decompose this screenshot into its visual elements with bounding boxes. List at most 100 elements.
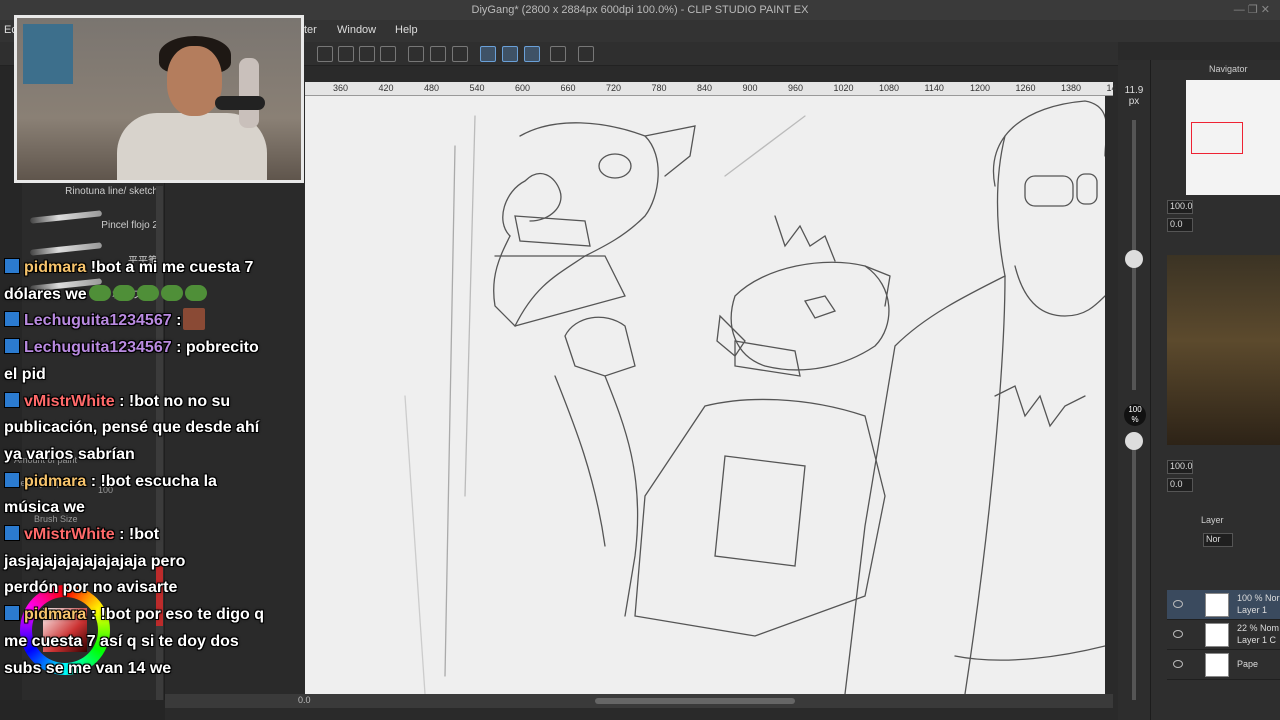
layer-row[interactable]: 22 % Nom Layer 1 C [1167, 620, 1280, 650]
brush-size-readout: 11.9 px [1118, 85, 1150, 107]
red-light [152, 180, 166, 183]
layer-row[interactable]: Pape [1167, 650, 1280, 680]
menu-help[interactable]: Help [395, 24, 418, 36]
chat-message: música we [4, 495, 85, 522]
window-controls[interactable]: — ❐ ✕ [1234, 0, 1270, 20]
chat-message: perdón por no avisarte [4, 575, 177, 602]
chat-username: pidmara [24, 472, 87, 490]
menu-filter[interactable]: ter [304, 24, 317, 36]
sketch-drawing [404, 100, 1105, 694]
brush-item[interactable]: Pincel flojo 2 [24, 206, 162, 234]
chat-text: publicación, pensé que desde ahí [4, 419, 260, 437]
brush-name: Rinotuna line/ sketch [65, 186, 158, 197]
navigator-thumbnail[interactable] [1186, 80, 1280, 195]
opacity-knob[interactable] [1125, 432, 1143, 450]
navigator-view-box[interactable] [1191, 122, 1243, 154]
chat-text: : [176, 312, 182, 330]
layer-name: Layer 1 C [1237, 635, 1277, 645]
face-emote-icon [183, 308, 206, 331]
subview-zoom-field[interactable]: 100.0 [1167, 460, 1193, 474]
canvas-ruler: 360 420 480 540 600 660 720 780 840 900 960 1020 108… [305, 82, 1117, 96]
navigator-zoom-field[interactable]: 100.0 [1167, 200, 1193, 214]
drawing-canvas[interactable] [305, 96, 1105, 694]
ruler-tick-label: 1200 [970, 83, 991, 93]
frog-emote-icon [88, 284, 111, 301]
chat-text: me cuesta 7 así q si te doy dos [4, 632, 239, 650]
chat-message: vMistrWhite : !bot [4, 522, 159, 549]
sub-badge-icon [4, 471, 20, 488]
chat-text: música we [4, 499, 85, 517]
frog-emote-icon [160, 284, 183, 301]
chat-text: !bot a mi me cuesta 7 [90, 259, 254, 276]
transform-icon[interactable] [380, 46, 396, 62]
fill-icon[interactable] [359, 46, 375, 62]
subview-zoom-row: 100.0 [1167, 460, 1280, 478]
chat-text: el pid [4, 365, 46, 383]
crop-icon[interactable] [430, 46, 446, 62]
layer-row[interactable]: 100 % Nor Layer 1 [1167, 590, 1280, 620]
chat-message: publicación, pensé que desde ahí [4, 415, 259, 442]
ruler-icon[interactable] [550, 46, 566, 62]
menu-window[interactable]: Window [337, 24, 376, 36]
sub-badge-icon [4, 525, 20, 541]
brush-stroke-preview [29, 242, 103, 256]
ruler-tick-label: 360 [333, 83, 349, 93]
brush-size-knob[interactable] [1125, 250, 1143, 268]
chat-text: jasjajajajajajajajaja pero [4, 552, 186, 570]
chat-text: : !bot escucha la [90, 472, 217, 490]
chat-message: Lechuguita1234567 : [4, 308, 206, 335]
frog-emote-icon [136, 284, 159, 301]
chat-text: : pobrecito [176, 339, 259, 357]
chat-overlay: pidmara !bot a mi me cuesta 7 dólares we L… [0, 255, 300, 705]
canvas-status-bar: 0.0 [165, 694, 1113, 708]
ruler-tick-label: 1080 [879, 83, 900, 93]
ruler-tick-label: 660 [560, 83, 576, 93]
blend-mode-select[interactable]: Nor [1203, 533, 1233, 547]
loading-icon[interactable] [317, 46, 333, 62]
chat-username: Lechuguita1234567 [24, 312, 172, 330]
ruler-tick-label: 900 [742, 83, 758, 93]
ruler-tick-label: 420 [378, 83, 394, 93]
layer-thumbnail [1205, 593, 1229, 617]
stabilizer-icon[interactable] [480, 46, 496, 62]
layer-tab[interactable]: Layer [1201, 515, 1224, 525]
deselect-icon[interactable] [408, 46, 424, 62]
eye-icon[interactable] [1173, 660, 1183, 668]
ruler-tick-label: 480 [424, 83, 440, 93]
chat-username: pidmara [24, 606, 87, 624]
subview-preview[interactable] [1167, 255, 1280, 445]
subview-angle-field[interactable]: 0.0 [1167, 478, 1193, 492]
chat-username: vMistrWhite [24, 392, 115, 410]
help-icon[interactable] [578, 46, 594, 62]
chat-message: pidmara !bot a mi me cuesta 7 [4, 255, 253, 282]
chat-message: el pid [4, 362, 46, 389]
opacity-track[interactable] [1132, 440, 1136, 700]
layer-name: Layer 1 [1237, 605, 1268, 615]
chat-message: subs se me van 14 we [4, 656, 171, 683]
chat-message: pidmara : !bot escucha la [4, 469, 217, 496]
pen-pressure-icon[interactable] [502, 46, 518, 62]
chat-message: vMistrWhite : !bot no no su [4, 389, 230, 416]
webcam-overlay [14, 15, 304, 183]
eye-icon[interactable] [1173, 600, 1183, 608]
opacity-readout: 100 % [1124, 404, 1146, 426]
chat-message: dólares we [4, 282, 207, 309]
clear-icon[interactable] [338, 46, 354, 62]
streamer-face [167, 46, 222, 116]
chat-message: me cuesta 7 así q si te doy dos [4, 629, 239, 656]
ruler-tick-label: 840 [697, 83, 713, 93]
wall-poster [23, 24, 73, 84]
navigator-tab[interactable]: Navigator [1209, 64, 1248, 74]
sub-badge-icon [4, 338, 20, 355]
chat-username: pidmara [24, 259, 87, 276]
snap-icon[interactable] [524, 46, 540, 62]
brush-stroke-preview [29, 210, 103, 224]
ruler-tick-label: 14 [1106, 83, 1117, 93]
horizontal-scrollbar[interactable] [595, 698, 795, 704]
right-panel: Navigator 100.0 0.0 100.0 0.0 Layer Nor … [1150, 60, 1280, 720]
sub-badge-icon [4, 391, 20, 408]
ruler-tick-label: 780 [651, 83, 667, 93]
select-icon[interactable] [452, 46, 468, 62]
eye-icon[interactable] [1173, 630, 1183, 638]
navigator-angle-field[interactable]: 0.0 [1167, 218, 1193, 232]
